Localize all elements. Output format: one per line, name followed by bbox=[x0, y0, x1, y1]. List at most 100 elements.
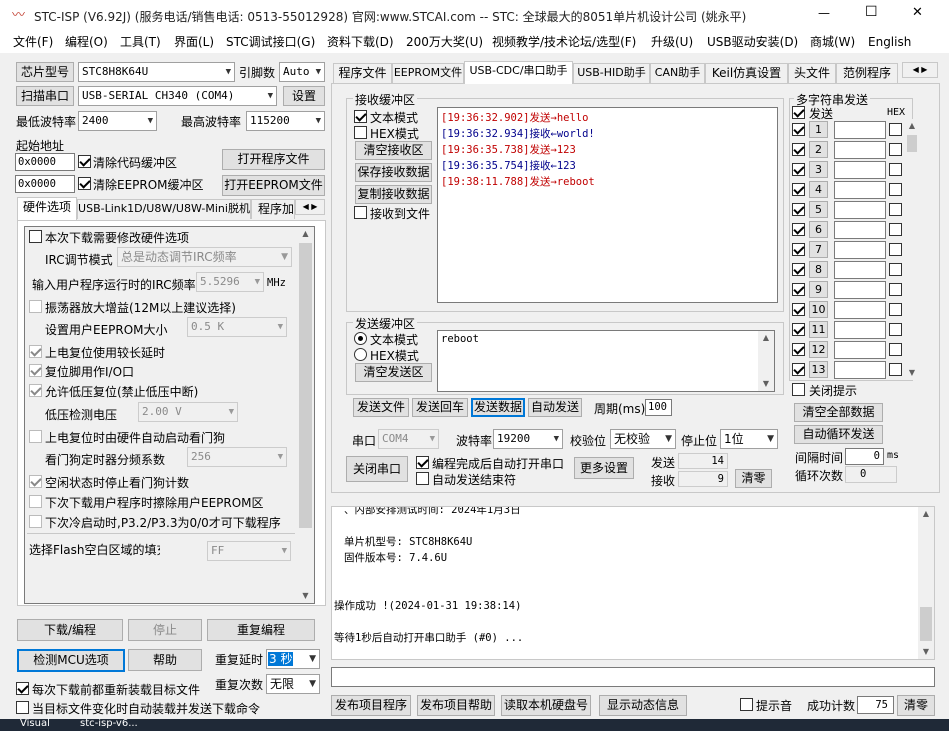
menu-english[interactable]: English bbox=[868, 33, 911, 51]
min-baud-select[interactable]: 2400 ▼ bbox=[78, 111, 157, 131]
more-settings-button[interactable]: 更多设置 bbox=[574, 457, 634, 479]
clear-all-data-button[interactable]: 清空全部数据 bbox=[794, 403, 883, 422]
scroll-up-icon[interactable]: ▲ bbox=[905, 119, 919, 133]
wdt-checkbox[interactable] bbox=[29, 430, 42, 443]
scroll-up-icon[interactable]: ▲ bbox=[297, 227, 314, 241]
multi-row-text-input[interactable] bbox=[834, 301, 886, 319]
eeprom-address-input[interactable]: 0x0000 bbox=[15, 175, 75, 193]
multi-row-send-button[interactable]: 5 bbox=[809, 201, 828, 218]
tab-program-file[interactable]: 程序文件 bbox=[333, 63, 392, 83]
clear-eeprom-checkbox[interactable] bbox=[78, 177, 91, 190]
multi-row-text-input[interactable] bbox=[834, 121, 886, 139]
scroll-thumb[interactable] bbox=[299, 243, 312, 528]
retry-count-select[interactable]: 无限 ▼ bbox=[266, 674, 320, 694]
multi-row-send-checkbox[interactable] bbox=[792, 143, 805, 156]
tab-scroll-arrows[interactable]: ◀ ▶ bbox=[295, 199, 325, 215]
status-input[interactable] bbox=[331, 667, 935, 687]
scroll-down-icon[interactable]: ▼ bbox=[905, 366, 919, 380]
scroll-down-icon[interactable]: ▼ bbox=[918, 645, 934, 659]
auto-reload-checkbox[interactable] bbox=[16, 701, 29, 714]
multi-string-scrollbar[interactable]: ▲ ▼ bbox=[905, 119, 919, 380]
multi-row-text-input[interactable] bbox=[834, 201, 886, 219]
tab-serial-assistant[interactable]: USB-CDC/串口助手 bbox=[464, 61, 573, 84]
menu-upgrade[interactable]: 升级(U) bbox=[651, 33, 693, 51]
send-scrollbar[interactable]: ▲ ▼ bbox=[758, 331, 774, 391]
reload-before-download-checkbox[interactable] bbox=[16, 682, 29, 695]
minimize-button[interactable]: — bbox=[818, 6, 830, 20]
lvr-checkbox[interactable] bbox=[29, 384, 42, 397]
open-eeprom-file-button[interactable]: 打开EEPROM文件 bbox=[222, 175, 325, 196]
menu-usb-driver[interactable]: USB驱动安装(D) bbox=[707, 33, 798, 51]
scroll-up-icon[interactable]: ▲ bbox=[758, 331, 774, 345]
wdt-divider-select[interactable]: 256 ▼ bbox=[187, 447, 287, 467]
read-disk-id-button[interactable]: 读取本机硬盘号 bbox=[501, 695, 591, 716]
cold-boot-checkbox[interactable] bbox=[29, 515, 42, 528]
multi-row-send-checkbox[interactable] bbox=[792, 203, 805, 216]
log-output[interactable]: 、内部安排测试时间: 2024年1月3日 单片机型号: STC8H8K64U 固… bbox=[331, 506, 935, 660]
idle-wdt-checkbox[interactable] bbox=[29, 475, 42, 488]
multi-row-text-input[interactable] bbox=[834, 221, 886, 239]
stop-bits-select[interactable]: 1位 ▼ bbox=[720, 429, 778, 449]
multi-row-text-input[interactable] bbox=[834, 261, 886, 279]
recv-text-mode-checkbox[interactable] bbox=[354, 110, 367, 123]
lvd-select[interactable]: 2.00 V ▼ bbox=[138, 402, 238, 422]
menu-interface[interactable]: 界面(L) bbox=[174, 33, 214, 51]
port-select[interactable]: USB-SERIAL CH340 (COM4) ▼ bbox=[78, 86, 277, 106]
menu-debug[interactable]: STC调试接口(G) bbox=[226, 33, 315, 51]
multi-row-hex-checkbox[interactable] bbox=[889, 263, 902, 276]
detect-mcu-button[interactable]: 检测MCU选项 bbox=[17, 649, 125, 672]
clear-success-count-button[interactable]: 清零 bbox=[897, 695, 935, 716]
clear-receive-button[interactable]: 清空接收区 bbox=[355, 141, 432, 160]
scroll-thumb[interactable] bbox=[907, 135, 917, 152]
send-textarea[interactable]: reboot bbox=[437, 330, 775, 392]
multi-row-send-button[interactable]: 4 bbox=[809, 181, 828, 198]
taskbar-item[interactable]: stc-isp-v6... bbox=[80, 718, 138, 729]
interval-input[interactable]: 0 bbox=[845, 448, 884, 465]
multi-row-send-button[interactable]: 10 bbox=[809, 301, 828, 318]
menu-tools[interactable]: 工具(T) bbox=[120, 33, 161, 51]
auto-loop-send-button[interactable]: 自动循环发送 bbox=[794, 425, 883, 444]
hardware-options-scrollbar[interactable]: ▲ ▼ bbox=[297, 227, 314, 603]
retry-delay-select[interactable]: 3 秒 ▼ bbox=[266, 649, 320, 669]
copy-receive-button[interactable]: 复制接收数据 bbox=[355, 185, 432, 204]
close-hint-checkbox[interactable] bbox=[792, 383, 805, 396]
close-port-button[interactable]: 关闭串口 bbox=[346, 456, 408, 482]
taskbar-item[interactable]: Visual bbox=[20, 718, 50, 729]
multi-row-send-button[interactable]: 2 bbox=[809, 141, 828, 158]
multi-row-text-input[interactable] bbox=[834, 161, 886, 179]
multi-row-text-input[interactable] bbox=[834, 141, 886, 159]
long-delay-checkbox[interactable] bbox=[29, 345, 42, 358]
multi-row-send-button[interactable]: 6 bbox=[809, 221, 828, 238]
receive-textarea[interactable]: [19:36:32.902]发送→hello [19:36:32.934]接收←… bbox=[437, 107, 778, 303]
help-button[interactable]: 帮助 bbox=[128, 649, 202, 671]
repeat-program-button[interactable]: 重复编程 bbox=[207, 619, 315, 641]
tab-program-encrypt[interactable]: 程序加 bbox=[251, 199, 295, 219]
serial-port-select[interactable]: COM4 ▼ bbox=[378, 429, 439, 449]
tab-usb-hid[interactable]: USB-HID助手 bbox=[573, 63, 650, 83]
send-text-mode-radio[interactable] bbox=[354, 332, 367, 345]
menu-program[interactable]: 编程(O) bbox=[65, 33, 108, 51]
multi-row-text-input[interactable] bbox=[834, 241, 886, 259]
auto-send-button[interactable]: 自动发送 bbox=[528, 398, 582, 417]
menu-download[interactable]: 资料下载(D) bbox=[327, 33, 394, 51]
menu-shop[interactable]: 商城(W) bbox=[810, 33, 855, 51]
modify-hw-checkbox[interactable] bbox=[29, 230, 42, 243]
multi-row-hex-checkbox[interactable] bbox=[889, 203, 902, 216]
multi-row-send-button[interactable]: 1 bbox=[809, 121, 828, 138]
multi-row-hex-checkbox[interactable] bbox=[889, 303, 902, 316]
multi-row-send-button[interactable]: 11 bbox=[809, 321, 828, 338]
send-return-button[interactable]: 发送回车 bbox=[412, 398, 468, 417]
publish-program-button[interactable]: 发布项目程序 bbox=[331, 695, 411, 716]
scroll-down-icon[interactable]: ▼ bbox=[297, 589, 314, 603]
multi-row-hex-checkbox[interactable] bbox=[889, 283, 902, 296]
code-address-input[interactable]: 0x0000 bbox=[15, 153, 75, 171]
osc-gain-checkbox[interactable] bbox=[29, 300, 42, 313]
clear-send-button[interactable]: 清空发送区 bbox=[355, 363, 432, 382]
log-scrollbar[interactable]: ▲ ▼ bbox=[918, 507, 934, 659]
multi-row-hex-checkbox[interactable] bbox=[889, 243, 902, 256]
multi-row-send-button[interactable]: 8 bbox=[809, 261, 828, 278]
multi-row-hex-checkbox[interactable] bbox=[889, 183, 902, 196]
menu-prize[interactable]: 200万大奖(U) bbox=[406, 33, 483, 51]
scroll-up-icon[interactable]: ▲ bbox=[918, 507, 934, 521]
multi-row-hex-checkbox[interactable] bbox=[889, 163, 902, 176]
